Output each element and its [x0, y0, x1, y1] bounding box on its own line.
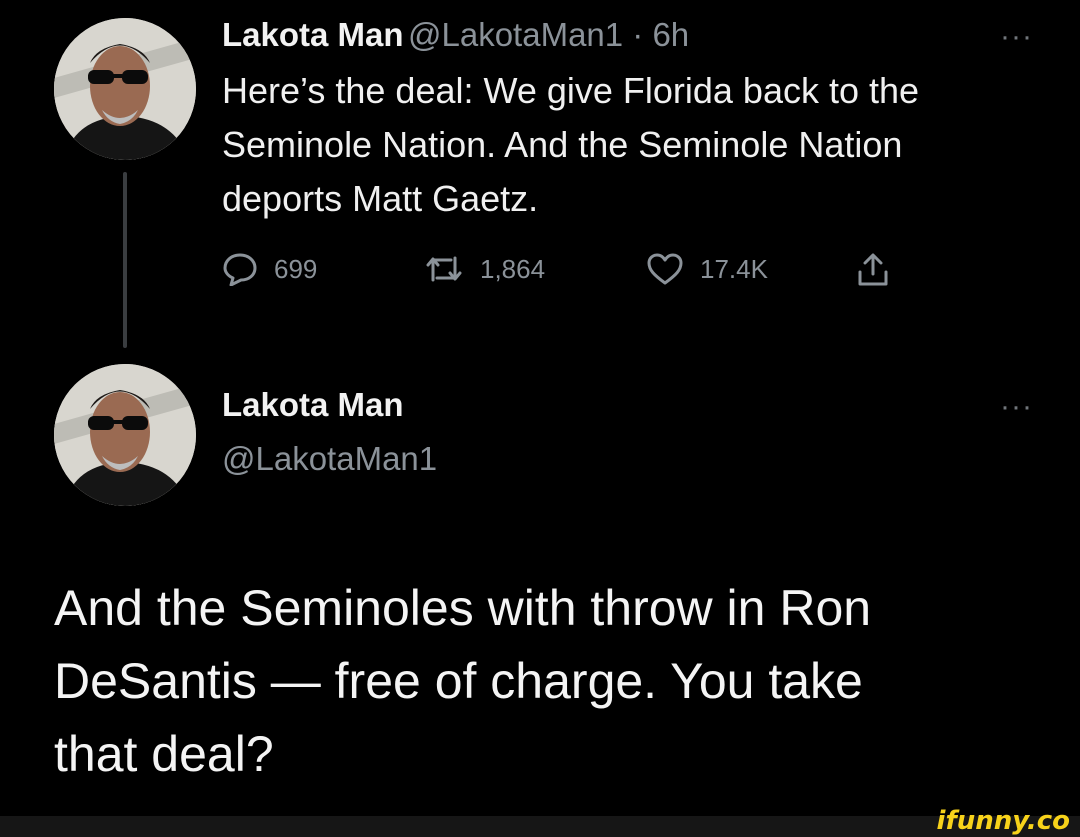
more-options-icon[interactable]: ···: [1000, 390, 1033, 424]
retweet-button[interactable]: 1,864: [424, 252, 545, 286]
tweet-text-line: DeSantis — free of charge. You take: [54, 653, 863, 709]
watermark: ifunny.co: [936, 806, 1070, 836]
reply-icon: [222, 252, 258, 286]
tweet-text-line: Here’s the deal: We give Florida back to…: [222, 70, 920, 111]
tweet-text-line: deports Matt Gaetz.: [222, 178, 539, 219]
reply-count: 699: [274, 253, 318, 284]
like-button[interactable]: 17.4K: [646, 252, 768, 286]
share-button[interactable]: [856, 252, 890, 288]
tweet-text: Here’s the deal: We give Florida back to…: [222, 64, 919, 226]
display-name[interactable]: Lakota Man: [222, 16, 404, 53]
reply-button[interactable]: 699: [222, 252, 317, 286]
heart-icon: [646, 252, 684, 286]
retweet-count: 1,864: [480, 253, 546, 284]
display-name[interactable]: Lakota Man: [222, 386, 404, 424]
avatar[interactable]: [54, 18, 196, 160]
handle-and-time[interactable]: @LakotaMan1 · 6h: [408, 16, 689, 53]
thread-line: [123, 172, 127, 348]
tweet-header: Lakota Man @LakotaMan1 · 6h: [222, 16, 689, 54]
tweet-text-line: that deal?: [54, 726, 274, 782]
retweet-icon: [424, 252, 464, 286]
tweet-text-line: Seminole Nation. And the Seminole Nation: [222, 124, 903, 165]
like-count: 17.4K: [700, 253, 768, 284]
tweet-text: And the Seminoles with throw in Ron DeSa…: [54, 572, 871, 791]
handle[interactable]: @LakotaMan1: [222, 440, 437, 478]
avatar[interactable]: [54, 364, 196, 506]
share-icon: [856, 252, 890, 288]
tweet-text-line: And the Seminoles with throw in Ron: [54, 580, 872, 636]
footer-bar: [0, 816, 1080, 837]
more-options-icon[interactable]: ···: [1000, 20, 1033, 54]
